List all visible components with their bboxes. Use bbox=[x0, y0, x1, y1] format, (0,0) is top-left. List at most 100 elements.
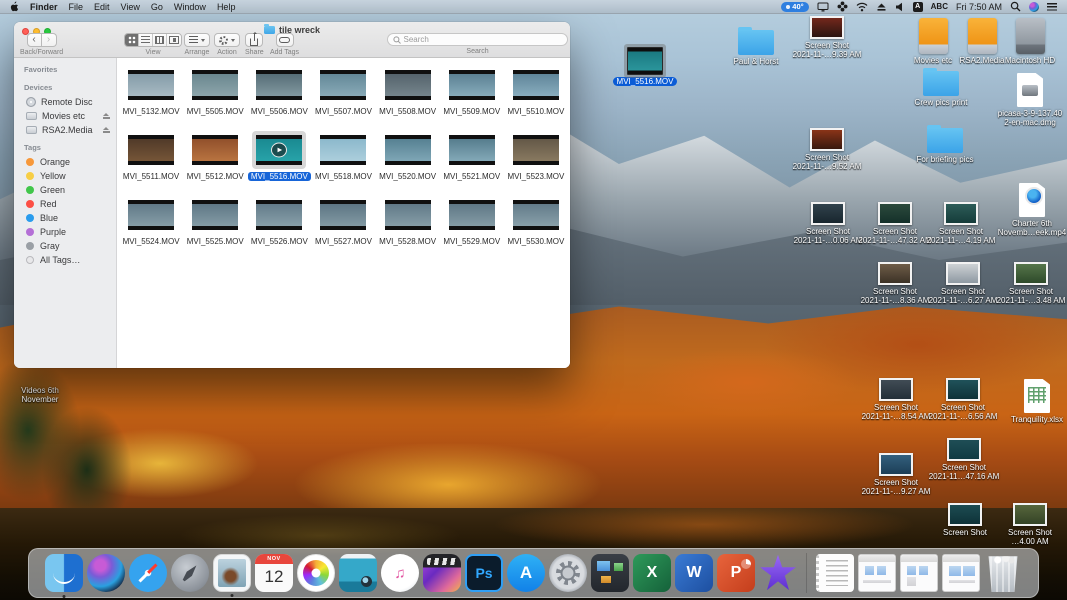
dock-separator[interactable] bbox=[806, 553, 807, 593]
spotlight-search-icon[interactable] bbox=[1010, 1, 1021, 12]
desktop-icon-picasa-dmg[interactable]: picasa-3-9-137.40 2-en-mac.dmg bbox=[998, 73, 1062, 127]
menu-item[interactable]: Edit bbox=[94, 2, 110, 12]
desktop-icon-screenshot-854[interactable]: Screen Shot 2021-11-…8.54 AM bbox=[864, 378, 928, 421]
dock-item-minimized-window-3[interactable] bbox=[942, 554, 980, 592]
dock-item-final-cut-pro[interactable] bbox=[423, 554, 461, 592]
menu-item[interactable]: File bbox=[69, 2, 84, 12]
desktop-icon-screenshot-b1[interactable]: Screen Shot bbox=[933, 503, 997, 537]
dock-item-system-preferences[interactable] bbox=[549, 554, 587, 592]
dock-item-mail[interactable] bbox=[213, 554, 251, 592]
eject-icon[interactable] bbox=[103, 113, 110, 120]
file-item[interactable]: MVI_5508.MOV bbox=[376, 66, 440, 131]
dock-item-itunes[interactable]: ♫ bbox=[381, 554, 419, 592]
sidebar-tag-yellow[interactable]: Yellow bbox=[14, 169, 116, 183]
view-columns-button[interactable] bbox=[153, 34, 167, 46]
action-button[interactable] bbox=[214, 33, 240, 47]
sidebar-tag-red[interactable]: Red bbox=[14, 197, 116, 211]
file-item[interactable]: MVI_5525.MOV bbox=[183, 196, 247, 261]
file-item[interactable]: MVI_5509.MOV bbox=[440, 66, 504, 131]
file-item[interactable]: MVI_5520.MOV bbox=[376, 131, 440, 196]
desktop-icon-screenshot-656[interactable]: Screen Shot 2021-11-…6.56 AM bbox=[931, 378, 995, 421]
dock-item-trash[interactable] bbox=[984, 554, 1022, 592]
input-source-icon[interactable]: A bbox=[913, 2, 923, 12]
desktop-icon-for-briefing-pics[interactable]: For briefing pics bbox=[913, 128, 977, 164]
dock-item-image-capture[interactable] bbox=[339, 554, 377, 592]
menu-item[interactable]: Help bbox=[217, 2, 236, 12]
fan-icon[interactable] bbox=[837, 1, 848, 12]
file-item[interactable]: MVI_5512.MOV bbox=[183, 131, 247, 196]
sidebar-tag-gray[interactable]: Gray bbox=[14, 239, 116, 253]
desktop-icon-crew-pics-print[interactable]: Crew pics print bbox=[909, 71, 973, 107]
desktop-icon-screenshot-348[interactable]: Screen Shot 2021-11-…3.48 AM bbox=[999, 262, 1063, 305]
volume-icon[interactable] bbox=[895, 2, 905, 12]
file-item[interactable]: MVI_5529.MOV bbox=[440, 196, 504, 261]
sidebar-item-movies-etc[interactable]: Movies etc bbox=[14, 109, 116, 123]
desktop-icon-macintosh-hd[interactable]: Macintosh HD bbox=[998, 18, 1062, 65]
sidebar-tag-orange[interactable]: Orange bbox=[14, 155, 116, 169]
desktop-icon-screenshot-952[interactable]: Screen Shot 2021-11-…9.52 AM bbox=[795, 128, 859, 171]
desktop-icon-mvi-5516[interactable]: MVI_5516.MOV bbox=[613, 47, 677, 86]
menu-item[interactable]: Go bbox=[151, 2, 163, 12]
dock-item-finder[interactable] bbox=[45, 554, 83, 592]
sidebar-tag-purple[interactable]: Purple bbox=[14, 225, 116, 239]
apple-menu[interactable] bbox=[10, 1, 19, 12]
desktop-icon-tranquility-xlsx[interactable]: Tranquility.xlsx bbox=[1005, 379, 1067, 424]
desktop-icon-paul-and-horst[interactable]: Paul & Horst bbox=[724, 30, 788, 66]
back-button[interactable]: ‹ bbox=[27, 33, 42, 47]
search-field[interactable] bbox=[387, 33, 568, 46]
add-tags-button[interactable] bbox=[276, 33, 294, 47]
file-item[interactable]: MVI_5516.MOV bbox=[247, 131, 311, 196]
desktop-icon-screenshot-4716[interactable]: Screen Shot 2021-11…47.16 AM bbox=[932, 438, 996, 481]
notification-center-icon[interactable] bbox=[1047, 3, 1057, 11]
view-icons-button[interactable] bbox=[125, 34, 139, 46]
desktop-icon-screenshot-627[interactable]: Screen Shot 2021-11-…6.27 AM bbox=[931, 262, 995, 305]
display-icon[interactable] bbox=[817, 2, 829, 12]
file-item[interactable]: MVI_5506.MOV bbox=[247, 66, 311, 131]
siri-menu-icon[interactable] bbox=[1029, 2, 1039, 12]
file-item[interactable]: MVI_5518.MOV bbox=[311, 131, 375, 196]
menu-item[interactable]: Finder bbox=[30, 2, 58, 12]
dock-item-document-stack[interactable] bbox=[816, 554, 854, 592]
file-item[interactable]: MVI_5507.MOV bbox=[311, 66, 375, 131]
dock-item-minimized-window-1[interactable] bbox=[858, 554, 896, 592]
menu-item[interactable]: Window bbox=[174, 2, 206, 12]
dock-item-app-store[interactable]: A bbox=[507, 554, 545, 592]
view-coverflow-button[interactable] bbox=[167, 34, 181, 46]
file-item[interactable]: MVI_5132.MOV bbox=[119, 66, 183, 131]
desktop-icon-screenshot-4732[interactable]: Screen Shot 2021-11-…47.32 AM bbox=[863, 202, 927, 245]
share-button[interactable] bbox=[245, 33, 263, 47]
menu-clock[interactable]: Fri 7:50 AM bbox=[956, 2, 1002, 12]
file-item[interactable]: MVI_5527.MOV bbox=[311, 196, 375, 261]
window-titlebar[interactable]: tile wreck ‹ › Back/Forward View Arrange bbox=[14, 22, 570, 58]
dock-item-siri[interactable] bbox=[87, 554, 125, 592]
desktop-icon-charter-mp4[interactable]: Charter 6th Novemb…eek.mp4 bbox=[1000, 183, 1064, 237]
eject-icon[interactable] bbox=[103, 127, 110, 134]
file-item[interactable]: MVI_5528.MOV bbox=[376, 196, 440, 261]
wifi-icon[interactable] bbox=[856, 2, 868, 12]
desktop-icon-videos-6th-november[interactable]: Videos 6th November bbox=[8, 386, 72, 404]
desktop-icon-screenshot-939[interactable]: Screen Shot 2021-11-…9.39 AM bbox=[795, 16, 859, 59]
desktop-icon-screenshot-400[interactable]: Screen Shot …4.00 AM bbox=[998, 503, 1062, 546]
search-input[interactable] bbox=[404, 35, 563, 44]
file-item[interactable]: MVI_5524.MOV bbox=[119, 196, 183, 261]
desktop-icon-screenshot-836[interactable]: Screen Shot 2021-11-…8.36 AM bbox=[863, 262, 927, 305]
dock-item-launchpad[interactable] bbox=[171, 554, 209, 592]
dock-item-powerpoint[interactable]: P bbox=[717, 554, 755, 592]
file-item[interactable]: MVI_5526.MOV bbox=[247, 196, 311, 261]
dock-item-excel[interactable]: X bbox=[633, 554, 671, 592]
file-item[interactable]: MVI_5523.MOV bbox=[504, 131, 568, 196]
dock-item-safari[interactable] bbox=[129, 554, 167, 592]
dock-item-mission-control[interactable] bbox=[591, 554, 629, 592]
sidebar-item-remote-disc[interactable]: Remote Disc bbox=[14, 95, 116, 109]
dock-item-imovie[interactable] bbox=[759, 554, 797, 592]
file-item[interactable]: MVI_5511.MOV bbox=[119, 131, 183, 196]
sidebar-item-rsa2-media[interactable]: RSA2.Media bbox=[14, 123, 116, 137]
file-item[interactable]: MVI_5510.MOV bbox=[504, 66, 568, 131]
view-list-button[interactable] bbox=[139, 34, 153, 46]
forward-button[interactable]: › bbox=[42, 33, 57, 47]
sidebar-tag-blue[interactable]: Blue bbox=[14, 211, 116, 225]
weather-badge[interactable]: 40° bbox=[781, 2, 808, 12]
sidebar-tag-green[interactable]: Green bbox=[14, 183, 116, 197]
dock-item-minimized-window-2[interactable] bbox=[900, 554, 938, 592]
desktop-icon-screenshot-419[interactable]: Screen Shot 2021-11-…4.19 AM bbox=[929, 202, 993, 245]
